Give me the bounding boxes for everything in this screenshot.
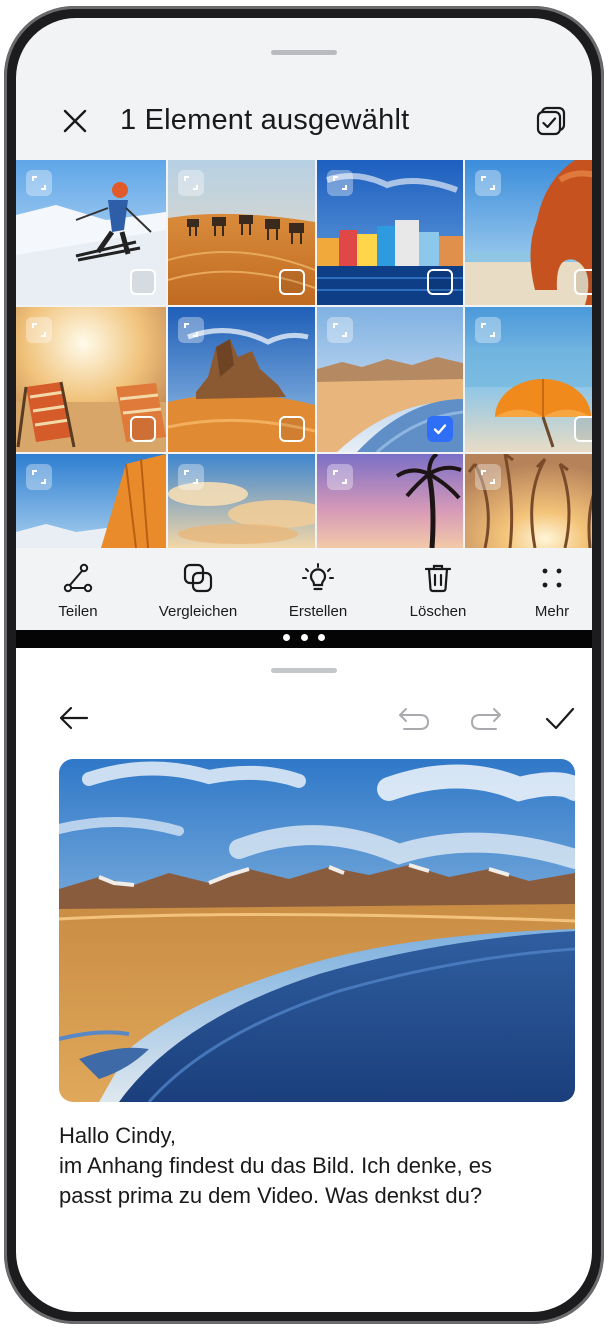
photo-thumbnail[interactable] — [317, 307, 463, 452]
expand-icon[interactable] — [475, 317, 501, 343]
more-icon — [534, 560, 570, 596]
phone-frame: 1 Element ausgewählt Teilen Vergleichen … — [4, 6, 604, 1324]
confirm-button[interactable] — [540, 698, 580, 738]
expand-icon[interactable] — [178, 170, 204, 196]
split-divider[interactable] — [16, 630, 592, 648]
photo-thumbnail[interactable] — [465, 160, 592, 305]
message-line: passt prima zu dem Video. Was denkst du? — [59, 1183, 483, 1208]
expand-icon[interactable] — [26, 170, 52, 196]
trash-icon — [420, 560, 456, 596]
photo-thumbnail[interactable] — [317, 160, 463, 305]
divider-handle[interactable] — [283, 634, 325, 641]
select-checkbox-checked[interactable] — [427, 416, 453, 442]
more-label: Mehr — [534, 603, 570, 620]
photo-thumbnail[interactable] — [465, 454, 592, 548]
redo-icon — [470, 708, 501, 730]
select-checkbox[interactable] — [279, 269, 305, 295]
photo-thumbnail[interactable] — [465, 307, 592, 452]
select-all-icon — [536, 106, 566, 136]
expand-icon[interactable] — [178, 464, 204, 490]
compare-button[interactable]: Vergleichen — [138, 548, 258, 630]
share-button[interactable]: Teilen — [18, 548, 138, 630]
close-icon — [63, 109, 87, 133]
share-label: Teilen — [58, 603, 98, 620]
bulb-icon — [300, 560, 336, 596]
delete-button[interactable]: Löschen — [378, 548, 498, 630]
expand-icon[interactable] — [327, 464, 353, 490]
select-checkbox[interactable] — [427, 269, 453, 295]
photo-thumbnail[interactable] — [317, 454, 463, 548]
undo-icon — [399, 708, 430, 730]
check-icon — [433, 424, 447, 435]
redo-button[interactable] — [466, 700, 506, 736]
select-checkbox[interactable] — [279, 416, 305, 442]
select-all-button[interactable] — [532, 102, 570, 140]
select-checkbox[interactable] — [130, 416, 156, 442]
create-button[interactable]: Erstellen — [258, 548, 378, 630]
delete-label: Löschen — [409, 603, 467, 620]
check-icon — [545, 707, 575, 730]
photo-thumbnail[interactable] — [16, 454, 166, 548]
photo-grid — [16, 160, 592, 548]
photo-thumbnail[interactable] — [168, 454, 315, 548]
gallery-pane-handle[interactable] — [271, 50, 337, 55]
share-icon — [60, 560, 96, 596]
photo-thumbnail[interactable] — [16, 160, 166, 305]
expand-icon[interactable] — [475, 464, 501, 490]
attached-photo — [59, 759, 575, 1102]
expand-icon[interactable] — [327, 170, 353, 196]
photo-thumbnail[interactable] — [16, 307, 166, 452]
undo-button[interactable] — [394, 700, 434, 736]
action-toolbar: Teilen Vergleichen Erstellen Löschen Meh… — [16, 548, 592, 630]
create-label: Erstellen — [288, 603, 348, 620]
expand-icon[interactable] — [26, 464, 52, 490]
message-line: im Anhang findest du das Bild. Ich denke… — [59, 1153, 492, 1178]
compare-icon — [180, 560, 216, 596]
expand-icon[interactable] — [475, 170, 501, 196]
composer-pane-handle[interactable] — [271, 668, 337, 673]
compare-label: Vergleichen — [158, 603, 238, 620]
composer-pane: Hallo Cindy, im Anhang findest du das Bi… — [16, 648, 592, 1312]
gallery-header: 1 Element ausgewählt — [16, 96, 592, 146]
selection-title: 1 Element ausgewählt — [120, 104, 410, 136]
select-checkbox[interactable] — [574, 416, 592, 442]
arrow-left-icon — [59, 706, 89, 730]
expand-icon[interactable] — [327, 317, 353, 343]
expand-icon[interactable] — [26, 317, 52, 343]
close-button[interactable] — [56, 102, 94, 140]
message-body[interactable]: Hallo Cindy, im Anhang findest du das Bi… — [59, 1121, 579, 1211]
more-button[interactable]: Mehr — [492, 548, 592, 630]
expand-icon[interactable] — [178, 317, 204, 343]
message-line: Hallo Cindy, — [59, 1123, 176, 1148]
screen: 1 Element ausgewählt Teilen Vergleichen … — [16, 18, 592, 1312]
gallery-pane: 1 Element ausgewählt Teilen Vergleichen … — [16, 18, 592, 630]
photo-thumbnail[interactable] — [168, 307, 315, 452]
back-button[interactable] — [54, 698, 94, 738]
photo-thumbnail[interactable] — [168, 160, 315, 305]
select-checkbox[interactable] — [130, 269, 156, 295]
select-checkbox[interactable] — [574, 269, 592, 295]
attached-image[interactable] — [59, 759, 575, 1102]
